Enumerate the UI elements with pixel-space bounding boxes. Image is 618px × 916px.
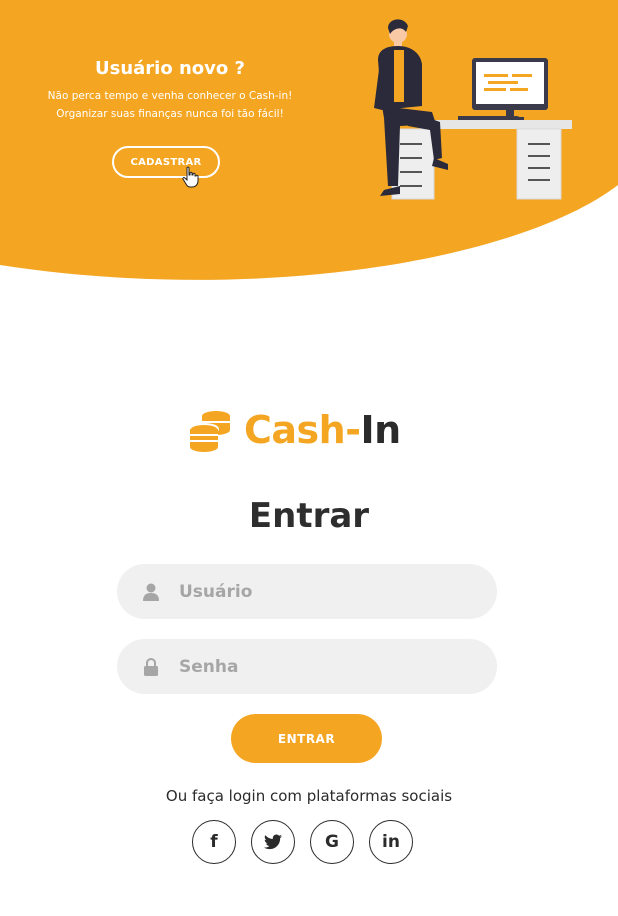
username-input[interactable] [177,580,471,603]
facebook-icon: f [210,832,218,852]
linkedin-icon: in [382,832,400,852]
hero-title: Usuário novo ? [95,58,245,79]
twitter-button[interactable] [251,820,295,864]
google-button[interactable]: G [310,820,354,864]
brand-name: Cash-In [244,408,401,452]
lock-icon [144,657,158,676]
twitter-icon [264,834,282,850]
password-field[interactable] [117,639,497,694]
brand-logo: Cash-In [188,405,401,455]
username-field[interactable] [117,564,497,619]
password-input[interactable] [177,655,471,678]
coins-icon [189,411,230,452]
login-button[interactable]: ENTRAR [231,714,382,763]
page-title: Entrar [248,496,370,536]
signup-button[interactable]: CADASTRAR [112,146,220,178]
google-icon: G [325,832,339,852]
facebook-button[interactable]: f [192,820,236,864]
hero-description: Não perca tempo e venha conhecer o Cash-… [47,90,293,120]
brand-name-part1: Cash- [244,408,361,452]
linkedin-button[interactable]: in [369,820,413,864]
social-buttons: f G in [192,820,413,864]
user-icon [143,583,159,601]
hero-illustration [374,19,572,200]
brand-name-part2: In [360,408,401,452]
social-login-text: Ou faça login com plataformas sociais [165,787,453,805]
hand-pointer-icon [182,166,199,188]
hero-panel: Usuário novo ? Não perca tempo e venha c… [40,58,300,123]
